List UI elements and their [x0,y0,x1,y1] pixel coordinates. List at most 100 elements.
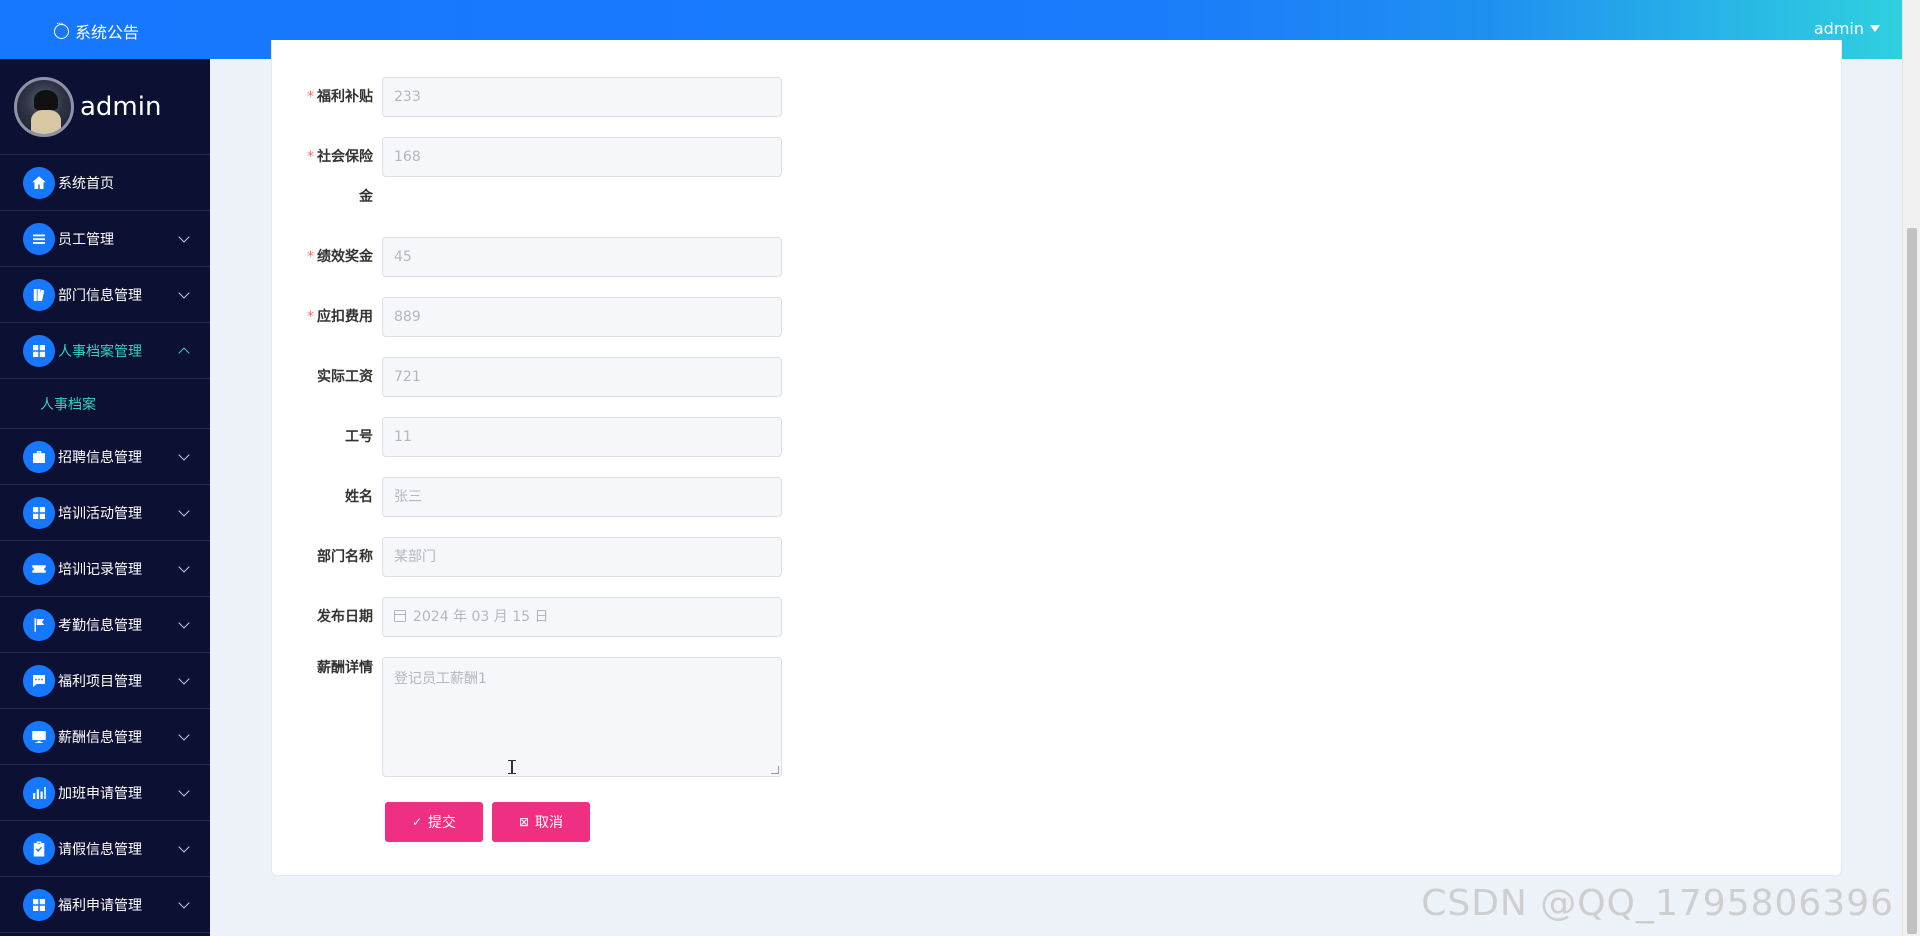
welfare-label-text: 福利补贴 [317,89,373,105]
salary-detail-textarea[interactable]: 登记员工薪酬1 [382,657,782,777]
salary-detail-label: 薪酬详情 [317,660,373,676]
system-notice-link[interactable]: 系统公告 [54,19,139,43]
system-notice-label: 系统公告 [75,23,140,42]
grid-icon [23,888,55,921]
name-label: 姓名 [345,489,373,505]
message-icon [23,664,55,697]
sidebar-item-label: 员工管理 [58,231,114,248]
actual-salary-input[interactable]: 721 [382,357,782,397]
salary-detail-value: 登记员工薪酬1 [394,671,487,687]
sidebar-item-leave[interactable]: 请假信息管理 [0,821,210,877]
chevron-down-icon [178,897,190,909]
sidebar-subitem-label: 人事档案 [40,396,96,413]
watermark: CSDN @QQ_1795806396 [1421,883,1894,924]
social-insurance-label-wrap: 金 [359,189,373,205]
sidebar-item-attendance[interactable]: 考勤信息管理 [0,597,210,653]
sidebar-item-label: 薪酬信息管理 [58,729,142,746]
welfare-label: * 福利补贴 [272,77,373,117]
clipboard-check-icon [23,832,55,865]
sidebar-item-label: 考勤信息管理 [58,617,142,634]
sidebar: admin 系统首页 员工管理 部门信息管理 人事档案管理 人事档案 招聘信息管… [0,59,210,936]
social-insurance-label: * 社会保险 [272,137,373,177]
publish-date-input[interactable]: 2024 年 03 月 15 日 [382,597,782,637]
chevron-down-icon [178,561,190,573]
sidebar-item-training-records[interactable]: 培训记录管理 [0,541,210,597]
ticket-icon [23,552,55,585]
deductions-label-text: 应扣费用 [317,309,373,325]
employee-no-input[interactable]: 11 [382,417,782,457]
form-card: * 福利补贴 233 * 社会保险 金 168 * 绩效奖金 45 * 应扣费用 889… [271,40,1842,876]
sidebar-item-recruitment[interactable]: 招聘信息管理 [0,429,210,485]
sidebar-item-label: 加班申请管理 [58,785,142,802]
chevron-down-icon [178,673,190,685]
sidebar-item-label: 培训活动管理 [58,505,142,522]
user-name: admin [1813,19,1864,38]
close-square-icon: ⊠ [518,815,530,829]
profile-block: admin [0,59,210,155]
sidebar-item-label: 请假信息管理 [58,841,142,858]
cancel-button-label: 取消 [535,815,564,831]
deductions-input[interactable]: 889 [382,297,782,337]
chevron-down-icon [178,505,190,517]
sidebar-item-label: 系统首页 [58,175,114,192]
sidebar-subitem-personnel-file[interactable]: 人事档案 [0,379,210,429]
sidebar-item-label: 人事档案管理 [58,343,142,360]
sidebar-item-overtime[interactable]: 加班申请管理 [0,765,210,821]
sidebar-item-label: 培训记录管理 [58,561,142,578]
profile-name: admin [80,91,162,122]
scrollbar-thumb[interactable] [1907,228,1917,934]
chevron-up-icon [178,347,190,359]
sidebar-item-employees[interactable]: 员工管理 [0,211,210,267]
sidebar-item-training-activities[interactable]: 培训活动管理 [0,485,210,541]
actual-salary-label: 实际工资 [317,369,373,385]
cancel-button[interactable]: ⊠ 取消 [492,802,590,842]
required-mark: * [307,249,314,265]
bonus-label-text: 绩效奖金 [317,249,373,265]
sidebar-item-label: 福利项目管理 [58,673,142,690]
list-icon [23,222,55,255]
caret-down-icon [1870,25,1880,32]
flag-icon [23,608,55,641]
sidebar-item-departments[interactable]: 部门信息管理 [0,267,210,323]
chevron-down-icon [178,729,190,741]
chevron-down-icon [178,231,190,243]
sidebar-item-label: 部门信息管理 [58,287,142,304]
employee-no-label: 工号 [345,429,373,445]
department-label: 部门名称 [317,549,373,565]
check-icon: ✓ [411,815,423,829]
page-scrollbar[interactable] [1902,0,1920,936]
briefcase-icon [23,440,55,473]
submit-button-label: 提交 [428,815,457,831]
bonus-label: * 绩效奖金 [272,237,373,277]
bonus-input[interactable]: 45 [382,237,782,277]
sidebar-item-welfare-applications[interactable]: 福利申请管理 [0,877,210,933]
avatar [14,76,74,137]
required-mark: * [307,309,314,325]
required-mark: * [307,89,314,105]
publish-date-label: 发布日期 [317,609,373,625]
calendar-icon [394,610,406,622]
submit-button[interactable]: ✓ 提交 [385,802,483,842]
resize-handle[interactable] [771,766,779,774]
user-dropdown[interactable]: admin [1814,19,1880,38]
welfare-input[interactable]: 233 [382,77,782,117]
sidebar-item-home[interactable]: 系统首页 [0,155,210,211]
sidebar-item-personnel-files[interactable]: 人事档案管理 [0,323,210,379]
deductions-label: * 应扣费用 [272,297,373,337]
chevron-down-icon [178,841,190,853]
required-mark: * [307,149,314,165]
sidebar-item-welfare-projects[interactable]: 福利项目管理 [0,653,210,709]
department-input[interactable]: 某部门 [382,537,782,577]
sidebar-item-label: 福利申请管理 [58,897,142,914]
text-cursor [508,760,516,774]
bar-chart-icon [23,776,55,809]
publish-date-value: 2024 年 03 月 15 日 [413,609,549,625]
chat-bubble-icon [54,19,69,39]
chevron-down-icon [178,617,190,629]
book-icon [23,278,55,311]
chevron-down-icon [178,287,190,299]
sidebar-item-salary[interactable]: 薪酬信息管理 [0,709,210,765]
social-insurance-input[interactable]: 168 [382,137,782,177]
grid-icon [23,334,55,367]
name-input[interactable]: 张三 [382,477,782,517]
